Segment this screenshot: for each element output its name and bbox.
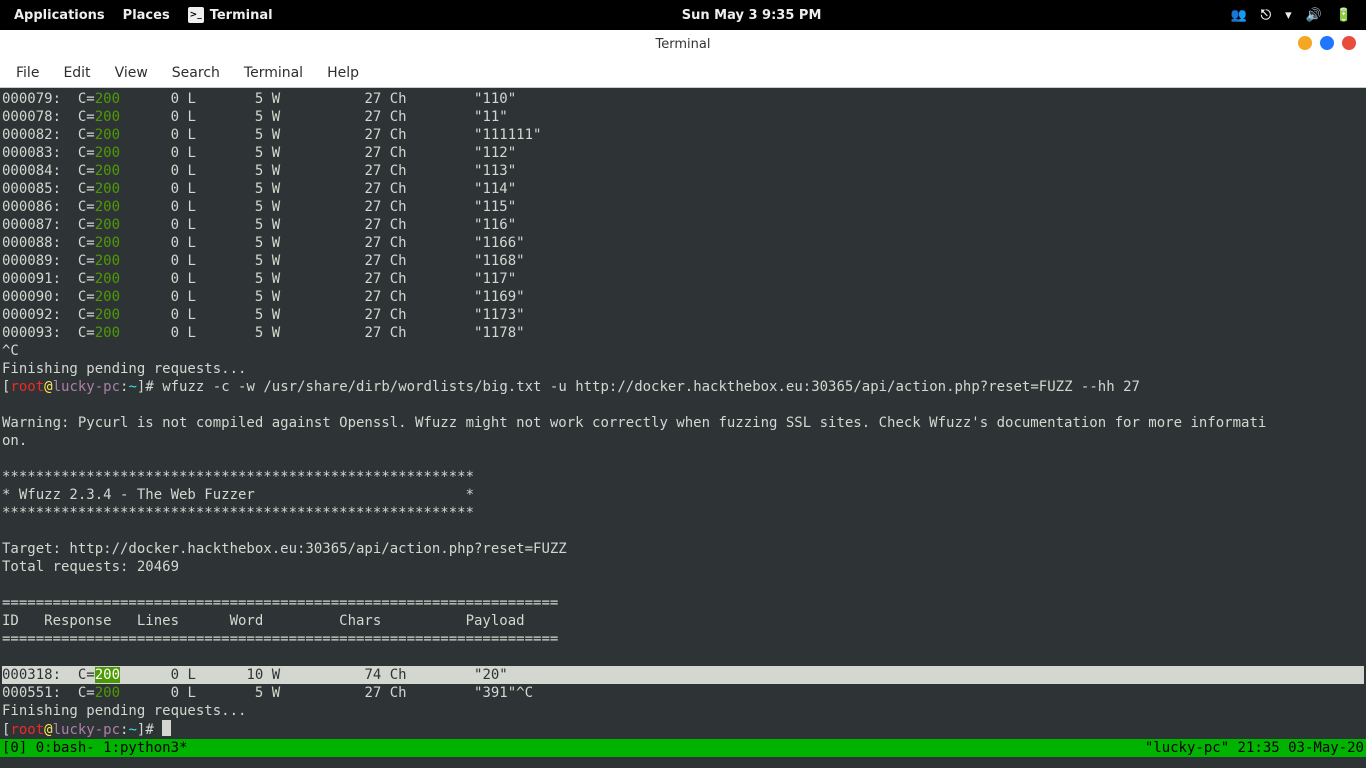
menu-search[interactable]: Search xyxy=(162,61,230,85)
network-icon[interactable]: ▾ xyxy=(1285,8,1292,23)
applications-menu[interactable]: Applications xyxy=(14,8,105,23)
battery-icon[interactable]: 🔋 xyxy=(1336,8,1352,23)
active-app-indicator[interactable]: >_ Terminal xyxy=(188,7,273,23)
places-menu[interactable]: Places xyxy=(123,8,170,23)
active-app-label: Terminal xyxy=(210,8,273,23)
tmux-right: "lucky-pc" 21:35 03-May-20 xyxy=(1145,740,1364,756)
menu-help[interactable]: Help xyxy=(317,61,369,85)
users-icon[interactable]: 👥 xyxy=(1231,8,1247,23)
terminal-menubar: File Edit View Search Terminal Help xyxy=(0,58,1366,88)
menu-view[interactable]: View xyxy=(105,61,158,85)
tmux-left: [0] 0:bash- 1:python3* xyxy=(2,740,1145,756)
terminal-output[interactable]: 000079: C=200 0 L 5 W 27 Ch "110" 000078… xyxy=(0,88,1366,739)
menu-terminal[interactable]: Terminal xyxy=(234,61,313,85)
volume-icon[interactable]: 🔊 xyxy=(1306,8,1322,23)
window-title: Terminal xyxy=(0,37,1366,52)
tmux-statusbar: [0] 0:bash- 1:python3* "lucky-pc" 21:35 … xyxy=(0,739,1366,757)
accessibility-icon[interactable]: ⎋ xyxy=(1261,8,1271,23)
menu-file[interactable]: File xyxy=(6,61,49,85)
window-titlebar: Terminal xyxy=(0,30,1366,58)
clock[interactable]: Sun May 3 9:35 PM xyxy=(273,8,1231,23)
close-button[interactable] xyxy=(1342,36,1356,50)
terminal-icon: >_ xyxy=(188,7,204,23)
maximize-button[interactable] xyxy=(1320,36,1334,50)
menu-edit[interactable]: Edit xyxy=(53,61,100,85)
minimize-button[interactable] xyxy=(1298,36,1312,50)
gnome-topbar: Applications Places >_ Terminal Sun May … xyxy=(0,0,1366,30)
